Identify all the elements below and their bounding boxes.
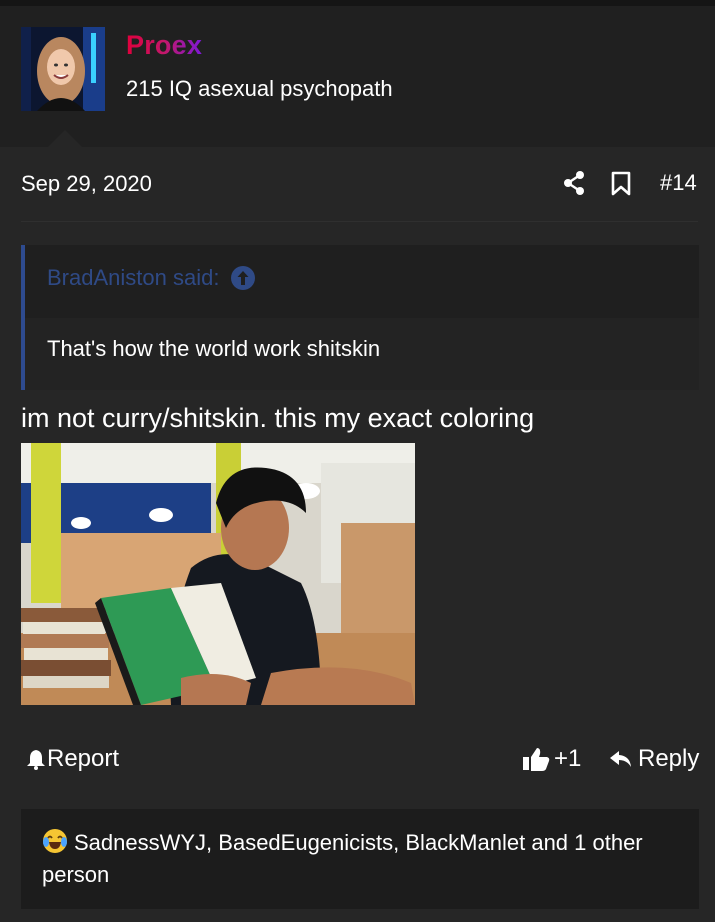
photo-student-reading bbox=[21, 443, 415, 705]
quote-block: BradAniston said: That's how the world w… bbox=[21, 245, 699, 390]
quote-attribution[interactable]: BradAniston said: bbox=[47, 265, 256, 291]
avatar[interactable] bbox=[21, 27, 105, 111]
share-icon[interactable] bbox=[562, 170, 586, 196]
report-button[interactable]: Report bbox=[25, 745, 119, 773]
bookmark-icon[interactable] bbox=[611, 171, 631, 196]
reply-button[interactable]: Reply bbox=[609, 745, 699, 773]
like-count: +1 bbox=[554, 745, 582, 772]
username[interactable]: Proex bbox=[126, 30, 202, 61]
post-image[interactable] bbox=[21, 443, 415, 705]
like-button[interactable]: +1 bbox=[522, 745, 581, 773]
thumbs-up-icon bbox=[523, 748, 550, 771]
divider bbox=[21, 221, 698, 222]
quote-author-line: BradAniston said: bbox=[47, 265, 220, 290]
post-author-header: Proex 215 IQ asexual psychopath bbox=[0, 6, 715, 147]
avatar-image bbox=[21, 27, 105, 111]
post-number[interactable]: #14 bbox=[660, 170, 697, 196]
header-pointer bbox=[48, 130, 82, 147]
reply-label: Reply bbox=[638, 745, 700, 772]
quote-body: That's how the world work shitskin bbox=[25, 318, 699, 390]
quote-text: That's how the world work shitskin bbox=[47, 336, 381, 361]
bell-icon bbox=[27, 750, 45, 770]
report-label: Report bbox=[47, 745, 120, 772]
reactions-text: SadnessWYJ, BasedEugenicists, BlackManle… bbox=[42, 830, 643, 887]
reply-arrow-icon bbox=[610, 751, 631, 767]
reactions-list: SadnessWYJ, BasedEugenicists, BlackManle… bbox=[42, 827, 682, 891]
post-date[interactable]: Sep 29, 2020 bbox=[21, 171, 152, 197]
message-text: im not curry/shitskin. this my exact col… bbox=[21, 403, 535, 433]
crying-laughing-emoji bbox=[43, 829, 67, 853]
post: Sep 29, 2020 #14 BradAniston said: That'… bbox=[0, 147, 715, 922]
reactions-bar[interactable]: SadnessWYJ, BasedEugenicists, BlackManle… bbox=[21, 809, 699, 909]
user-title: 215 IQ asexual psychopath bbox=[126, 76, 393, 101]
arrow-up-circle-icon[interactable] bbox=[231, 266, 256, 290]
